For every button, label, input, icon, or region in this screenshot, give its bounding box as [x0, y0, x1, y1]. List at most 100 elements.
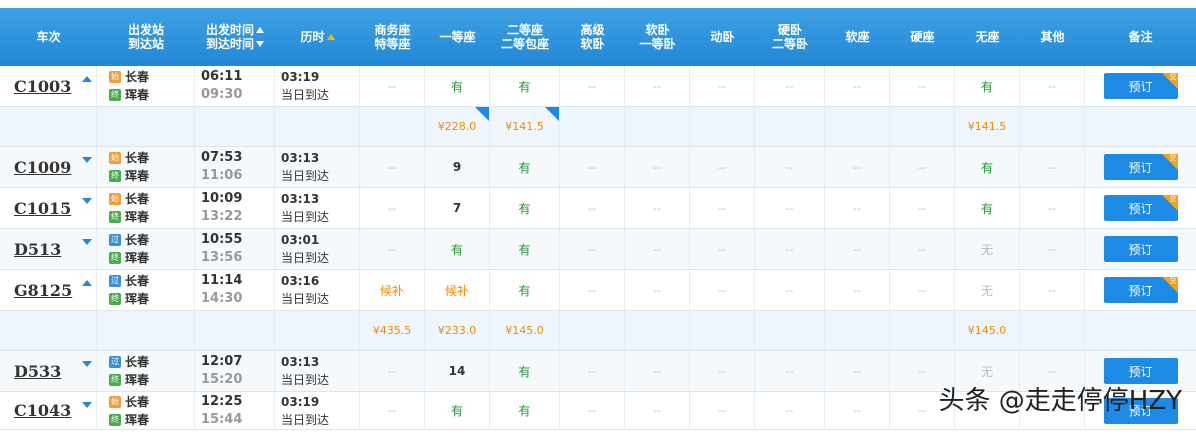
header-time[interactable]: 出发时间 到达时间	[195, 8, 275, 66]
first-class-cell[interactable]: 有	[425, 229, 490, 269]
business-seat-cell[interactable]: --	[360, 229, 425, 269]
header-deluxe-sleeper-label: 软卧	[580, 37, 605, 51]
business-seat-cell[interactable]: --	[360, 188, 425, 228]
header-business-seat-line: 特等座	[374, 37, 410, 51]
first-class-cell[interactable]: 14	[425, 351, 490, 391]
to-station[interactable]: 终珲春	[109, 86, 149, 104]
from-station[interactable]: 过长春	[109, 353, 149, 371]
business-seat-cell[interactable]: --	[360, 392, 425, 429]
from-station[interactable]: 过长春	[109, 231, 149, 249]
header-soft-seat-line: 软座	[845, 30, 869, 44]
book-button[interactable]: 预订 兑	[1103, 154, 1178, 180]
to-station[interactable]: 终珲春	[109, 290, 149, 308]
first-class-cell[interactable]: 候补	[425, 270, 490, 310]
sort-down-icon[interactable]	[256, 41, 264, 47]
header-soft-sleeper-line: 软卧	[645, 23, 669, 37]
from-station[interactable]: 始长春	[109, 393, 149, 411]
other-seat-cell[interactable]: --	[1020, 188, 1085, 228]
no-seat-cell[interactable]: 无	[955, 229, 1020, 269]
no-seat-cell[interactable]: 无	[955, 270, 1020, 310]
train-no-link[interactable]: C1009	[14, 158, 71, 177]
no-seat-cell-value: 无	[980, 364, 993, 379]
soft-sleeper-cell-value: --	[653, 242, 661, 256]
expand-down-icon[interactable]	[82, 198, 92, 204]
duration-cell: 03:19 当日到达	[275, 392, 360, 429]
expand-down-icon[interactable]	[82, 157, 92, 163]
header-deluxe-sleeper-label: 高级	[580, 23, 605, 37]
first-class-cell[interactable]: 有	[425, 392, 490, 429]
sort-up-icon[interactable]	[326, 34, 335, 40]
duration-cell: 03:13 当日到达	[275, 188, 360, 228]
second-class-cell[interactable]: 有	[490, 66, 560, 106]
no-seat-cell[interactable]: 有	[955, 188, 1020, 228]
end-station-icon: 终	[109, 211, 121, 223]
deluxe-sleeper-cell-value: --	[588, 242, 596, 256]
train-no-link[interactable]: D533	[14, 362, 61, 381]
business-seat-cell-value: 候补	[379, 283, 404, 298]
business-seat-cell[interactable]: --	[360, 66, 425, 106]
second-class-cell[interactable]: 有	[490, 270, 560, 310]
train-no-link[interactable]: G8125	[14, 281, 72, 300]
business-seat-cell[interactable]: --	[360, 351, 425, 391]
other-seat-cell-value: --	[1048, 283, 1056, 297]
header-duration[interactable]: 历时	[275, 8, 360, 66]
to-station[interactable]: 终珲春	[109, 208, 149, 226]
other-seat-cell[interactable]: --	[1020, 66, 1085, 106]
to-station[interactable]: 终珲春	[109, 249, 149, 267]
train-no-link[interactable]: D513	[14, 240, 61, 259]
price-highsoft-cell	[560, 311, 625, 350]
book-button[interactable]: 预订 兑	[1103, 73, 1178, 99]
soft-sleeper-cell: --	[625, 66, 690, 106]
train-row: C1009 始长春终珲春 07:53 11:06 03:13 当日到达 -- 9 有 -- -- --…	[0, 147, 1196, 188]
from-station[interactable]: 始长春	[109, 68, 149, 86]
business-seat-cell[interactable]: --	[360, 147, 425, 187]
expand-down-icon[interactable]	[82, 402, 92, 408]
other-seat-cell[interactable]: --	[1020, 270, 1085, 310]
no-seat-cell[interactable]: 有	[955, 147, 1020, 187]
header-second-class-label: 二等座	[506, 23, 543, 37]
book-button[interactable]: 预订 兑	[1103, 277, 1178, 303]
moving-sleeper-cell-value: --	[718, 283, 726, 297]
header-hard-seat: 硬座	[890, 8, 955, 66]
remark-cell: 预订 兑	[1085, 66, 1196, 106]
collapse-up-icon[interactable]	[82, 280, 92, 286]
expand-down-icon[interactable]	[82, 361, 92, 367]
second-class-cell[interactable]: 有	[490, 392, 560, 429]
duration-cell: 03:19 当日到达	[275, 66, 360, 106]
price-row: ¥228.0 ¥141.5 ¥141.5	[0, 107, 1196, 147]
train-no-link[interactable]: C1043	[14, 401, 71, 420]
sort-up-icon[interactable]	[256, 27, 264, 33]
price-moving-cell	[690, 311, 755, 350]
first-class-cell[interactable]: 9	[425, 147, 490, 187]
price-other-cell	[1020, 107, 1085, 146]
book-button[interactable]: 预订	[1103, 236, 1178, 262]
to-station[interactable]: 终珲春	[109, 411, 149, 429]
collapse-up-icon[interactable]	[82, 76, 92, 82]
expand-down-icon[interactable]	[82, 239, 92, 245]
business-seat-cell[interactable]: 候补	[360, 270, 425, 310]
second-class-cell[interactable]: 有	[490, 188, 560, 228]
no-seat-cell-value: 有	[980, 201, 993, 216]
to-station[interactable]: 终珲春	[109, 371, 149, 389]
from-station[interactable]: 始长春	[109, 149, 149, 167]
train-row: C1015 始长春终珲春 10:09 13:22 03:13 当日到达 -- 7 有 -- -- --…	[0, 188, 1196, 229]
other-seat-cell[interactable]: --	[1020, 229, 1085, 269]
book-button[interactable]: 预订 兑	[1103, 195, 1178, 221]
second-class-cell[interactable]: 有	[490, 351, 560, 391]
from-station[interactable]: 始长春	[109, 190, 149, 208]
first-class-cell[interactable]: 有	[425, 66, 490, 106]
end-station-icon: 终	[109, 293, 121, 305]
first-class-cell[interactable]: 7	[425, 188, 490, 228]
train-no-cell: D513	[0, 229, 97, 269]
no-seat-cell[interactable]: 有	[955, 66, 1020, 106]
hard-seat-cell-value: --	[918, 79, 926, 93]
second-class-cell[interactable]: 有	[490, 147, 560, 187]
second-class-cell[interactable]: 有	[490, 229, 560, 269]
train-no-link[interactable]: C1015	[14, 199, 71, 218]
train-no-link[interactable]: C1003	[14, 77, 71, 96]
other-seat-cell[interactable]: --	[1020, 147, 1085, 187]
to-station[interactable]: 终珲春	[109, 167, 149, 185]
from-station-name: 长春	[125, 70, 150, 84]
from-station[interactable]: 过长春	[109, 272, 149, 290]
header-business-seat: 商务座 特等座	[360, 8, 425, 66]
